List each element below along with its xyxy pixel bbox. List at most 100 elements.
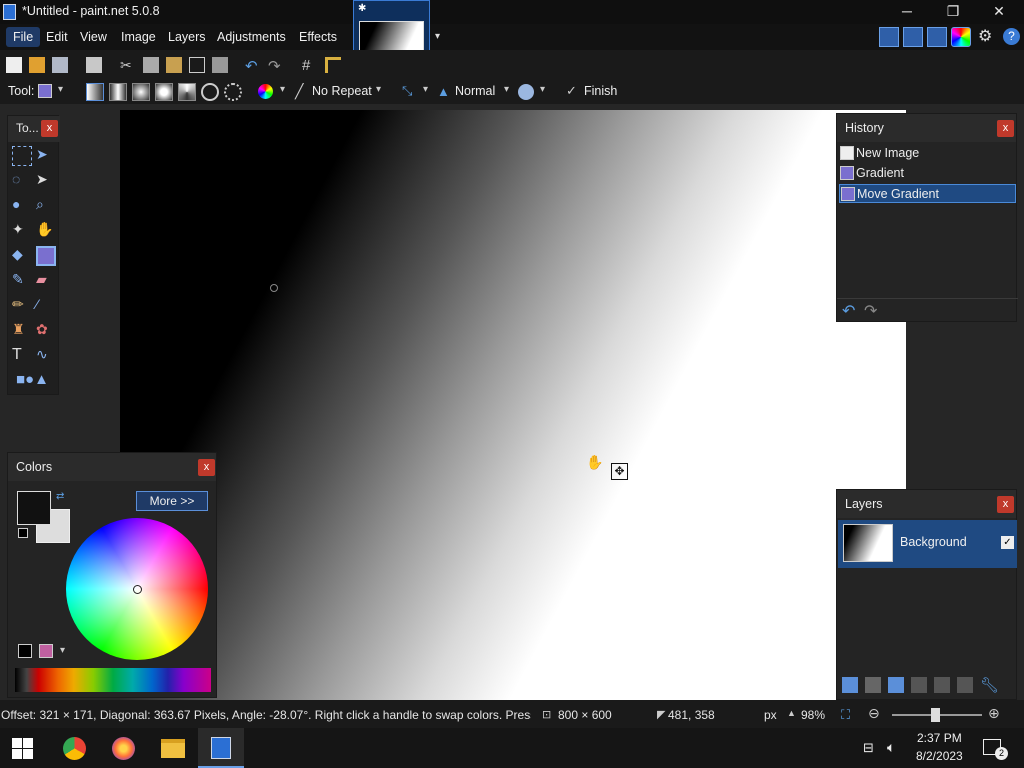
antialiasing-icon[interactable]: ⤡ xyxy=(402,83,412,99)
layer-row[interactable]: Background ✓ xyxy=(838,520,1017,568)
help-icon[interactable]: ? xyxy=(1003,28,1020,45)
reset-colors-icon[interactable] xyxy=(18,528,28,538)
gear-icon[interactable]: ⚙ xyxy=(978,28,996,46)
text-tool-icon[interactable]: T xyxy=(12,346,32,366)
clock-time[interactable]: 2:37 PM xyxy=(917,731,962,745)
add-layer-icon[interactable] xyxy=(842,677,858,693)
clone-stamp-tool-icon[interactable]: ♜ xyxy=(12,321,32,341)
color-picker-tool-icon[interactable]: ⁄ xyxy=(36,296,56,316)
history-item[interactable]: New Image xyxy=(839,144,1016,163)
rectangle-select-tool-icon[interactable] xyxy=(12,146,32,166)
history-item-selected[interactable]: Move Gradient xyxy=(839,184,1016,203)
shapes-tool-icon[interactable]: ■●▲ xyxy=(16,371,52,391)
add-to-palette-icon[interactable] xyxy=(18,644,32,658)
file-explorer-icon[interactable] xyxy=(161,739,185,758)
zoom-slider-thumb[interactable] xyxy=(931,708,940,722)
colors-close-button[interactable]: x xyxy=(198,459,215,476)
move-selected-tool-icon[interactable]: ➤ xyxy=(36,146,56,166)
more-colors-button[interactable]: More >> xyxy=(136,491,208,511)
crop-icon[interactable] xyxy=(189,57,205,73)
cut-icon[interactable]: ✂ xyxy=(120,57,136,73)
units-select[interactable]: px xyxy=(764,708,777,722)
new-file-icon[interactable] xyxy=(6,57,22,73)
move-layer-up-icon[interactable] xyxy=(934,677,950,693)
history-item[interactable]: Gradient xyxy=(839,164,1016,183)
menu-adjustments[interactable]: Adjustments xyxy=(210,27,293,47)
history-undo-icon[interactable]: ↶ xyxy=(842,301,855,321)
zoom-fit-icon[interactable]: ⛶ xyxy=(841,707,850,723)
menu-edit[interactable]: Edit xyxy=(39,27,75,47)
linear-gradient-button[interactable] xyxy=(86,83,104,101)
primary-color-swatch[interactable] xyxy=(17,491,51,525)
gradient-start-handle[interactable] xyxy=(270,284,278,292)
paintnet-taskbar-button[interactable] xyxy=(198,728,244,768)
history-close-button[interactable]: x xyxy=(997,120,1014,137)
move-selection-tool-icon[interactable]: ➤ xyxy=(36,171,56,191)
palette-menu-icon[interactable] xyxy=(39,644,53,658)
minimize-button[interactable]: ─ xyxy=(884,0,930,24)
move-layer-down-icon[interactable] xyxy=(957,677,973,693)
layer-properties-wrench-icon[interactable]: 🔧︎ xyxy=(980,676,999,694)
blend-mode-select[interactable]: Normal xyxy=(455,84,495,98)
recolor-tool-icon[interactable]: ✿ xyxy=(36,321,56,341)
lasso-select-tool-icon[interactable]: ◌ xyxy=(12,171,32,191)
tools-close-button[interactable]: x xyxy=(41,120,58,137)
pan-tool-icon[interactable]: ✋ xyxy=(36,221,56,241)
menu-view[interactable]: View xyxy=(73,27,114,47)
layer-visibility-checkbox[interactable]: ✓ xyxy=(1001,536,1014,549)
color-wheel[interactable] xyxy=(66,518,208,660)
zoom-level[interactable]: 98% xyxy=(801,708,825,722)
color-mode-chevron-icon[interactable]: ▾ xyxy=(280,84,285,95)
close-button[interactable]: ✕ xyxy=(976,0,1022,24)
tab-list-chevron-icon[interactable]: ▾ xyxy=(435,31,445,43)
units-chevron-up-icon[interactable]: ▲ xyxy=(787,708,796,718)
blend-chevron-down-icon[interactable]: ▾ xyxy=(504,84,509,95)
redo-icon[interactable]: ↷ xyxy=(268,57,284,75)
clock-date[interactable]: 8/2/2023 xyxy=(916,749,963,763)
ellipse-select-tool-icon[interactable]: ● xyxy=(12,196,32,216)
image-canvas[interactable]: ✋ ✥ xyxy=(120,110,906,700)
print-icon[interactable] xyxy=(86,57,102,73)
zoom-out-icon[interactable]: ⊖ xyxy=(868,705,880,722)
gradient-tool-icon-selected[interactable] xyxy=(36,246,56,266)
alpha-mode-icon[interactable] xyxy=(518,84,534,100)
deselect-icon[interactable] xyxy=(212,57,228,73)
palette-chevron-down-icon[interactable]: ▾ xyxy=(60,645,65,656)
delete-layer-icon[interactable] xyxy=(865,677,881,693)
grid-icon[interactable]: # xyxy=(302,57,318,74)
repeat-mode-select[interactable]: No Repeat xyxy=(312,84,372,98)
ruler-icon[interactable] xyxy=(325,57,341,73)
duplicate-layer-icon[interactable] xyxy=(888,677,904,693)
finish-button[interactable]: Finish xyxy=(584,84,617,98)
tool-chevron-down-icon[interactable]: ▾ xyxy=(58,84,63,95)
menu-image[interactable]: Image xyxy=(114,27,163,47)
color-palette[interactable] xyxy=(15,668,211,692)
volume-icon[interactable]: 🔈︎ xyxy=(887,739,895,756)
menu-effects[interactable]: Effects xyxy=(292,27,344,47)
antialiasing-chevron-icon[interactable]: ▾ xyxy=(423,84,428,95)
network-icon[interactable]: ⊟ xyxy=(863,740,874,756)
pencil-tool-icon[interactable]: ✏ xyxy=(12,296,32,316)
chrome-icon[interactable] xyxy=(63,737,86,760)
history-window-icon[interactable] xyxy=(903,27,923,47)
line-curve-tool-icon[interactable]: ∿ xyxy=(36,346,56,366)
magic-wand-tool-icon[interactable]: ✦ xyxy=(12,221,32,241)
merge-layer-icon[interactable] xyxy=(911,677,927,693)
restore-button[interactable]: ❐ xyxy=(930,0,976,24)
menu-layers[interactable]: Layers xyxy=(161,27,213,47)
history-redo-icon[interactable]: ↷ xyxy=(864,301,877,321)
gradient-end-handle-hand-icon[interactable]: ✋ xyxy=(586,454,603,470)
save-icon[interactable] xyxy=(52,57,68,73)
alpha-chevron-down-icon[interactable]: ▾ xyxy=(540,84,545,95)
zoom-tool-icon[interactable]: ⌕ xyxy=(36,196,56,216)
radial-gradient-button[interactable] xyxy=(155,83,173,101)
diamond-gradient-button[interactable] xyxy=(132,83,150,101)
paste-icon[interactable] xyxy=(166,57,182,73)
spiral-cw-button[interactable] xyxy=(201,83,219,101)
reflected-gradient-button[interactable] xyxy=(109,83,127,101)
undo-icon[interactable]: ↶ xyxy=(245,57,261,75)
eraser-tool-icon[interactable]: ▰ xyxy=(36,271,56,291)
color-wheel-knob[interactable] xyxy=(133,585,142,594)
copy-icon[interactable] xyxy=(143,57,159,73)
layers-window-icon[interactable] xyxy=(927,27,947,47)
